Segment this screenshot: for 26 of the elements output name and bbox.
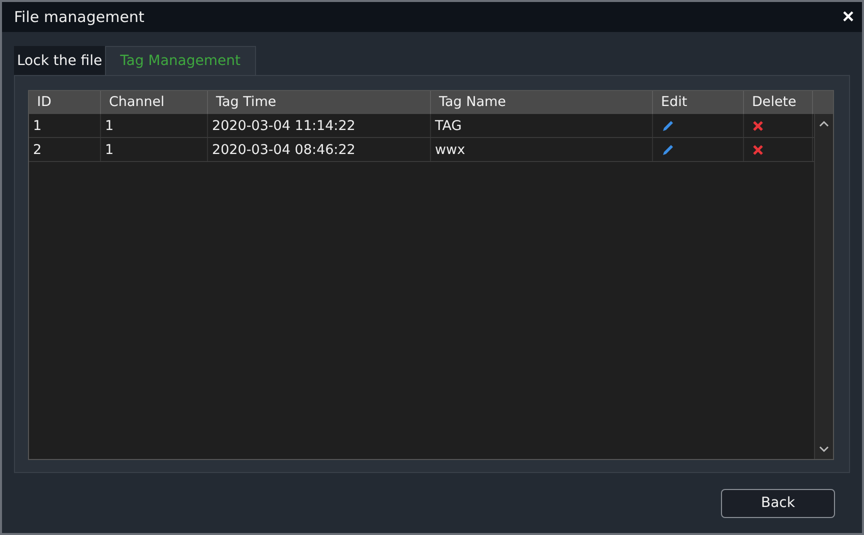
pencil-icon[interactable]: [661, 118, 675, 132]
delete-icon[interactable]: [752, 144, 764, 156]
window-title: File management: [14, 8, 144, 26]
column-header: Delete: [744, 91, 813, 114]
table-cell: 1: [101, 138, 208, 161]
tab[interactable]: Lock the file: [14, 46, 106, 75]
column-header: Edit: [653, 91, 744, 114]
column-header: Channel: [101, 91, 208, 114]
scroll-down-icon[interactable]: [818, 445, 830, 453]
column-header: ID: [29, 91, 101, 114]
table-cell: 1: [101, 114, 208, 137]
close-button[interactable]: ×: [842, 7, 854, 27]
back-button[interactable]: Back: [721, 488, 835, 518]
table-cell: 2020-03-04 08:46:22: [208, 138, 431, 161]
table-cell: 2: [29, 138, 101, 161]
column-header: Tag Name: [431, 91, 653, 114]
table-cell: wwx: [431, 138, 653, 161]
scroll-up-icon[interactable]: [818, 120, 830, 128]
table-cell: 1: [29, 114, 101, 137]
table-cell: TAG: [431, 114, 653, 137]
column-header: Tag Time: [208, 91, 431, 114]
scrollbar[interactable]: [814, 114, 833, 459]
pencil-icon[interactable]: [661, 142, 675, 156]
table-cell: 2020-03-04 11:14:22: [208, 114, 431, 137]
tab[interactable]: Tag Management: [105, 46, 256, 75]
delete-icon[interactable]: [752, 120, 764, 132]
